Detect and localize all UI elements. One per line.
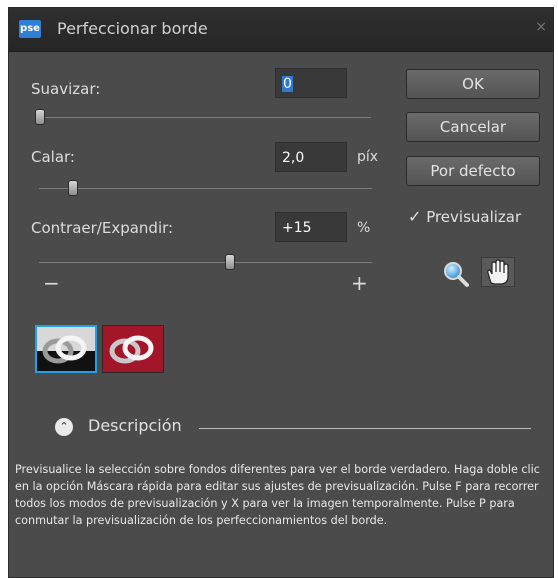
smooth-value: 0: [282, 76, 293, 92]
contract-expand-input[interactable]: +15: [275, 212, 347, 242]
description-label[interactable]: Descripción: [88, 416, 182, 435]
smooth-input[interactable]: 0: [275, 68, 347, 98]
smooth-label: Suavizar:: [31, 80, 101, 98]
preview-checkbox[interactable]: ✓ Previsualizar: [408, 207, 521, 226]
close-icon[interactable]: ×: [535, 19, 547, 35]
cancel-button[interactable]: Cancelar: [406, 112, 540, 142]
contract-expand-unit: %: [357, 220, 371, 236]
title-bar[interactable]: pse Perfeccionar borde ×: [9, 8, 553, 52]
rings-icon: [42, 335, 87, 364]
refine-edge-dialog: pse Perfeccionar borde × Suavizar: 0 Cal…: [8, 7, 554, 578]
feather-slider-track[interactable]: [39, 188, 372, 189]
smooth-slider-thumb[interactable]: [35, 109, 45, 125]
default-button[interactable]: Por defecto: [406, 156, 540, 186]
contract-expand-slider-thumb[interactable]: [225, 254, 235, 270]
rings-icon: [109, 335, 154, 364]
view-mode-black-white[interactable]: [35, 325, 97, 373]
contract-expand-slider-track[interactable]: [39, 262, 372, 263]
collapse-description-icon[interactable]: ⌃: [55, 418, 73, 436]
feather-unit: píx: [357, 149, 379, 165]
feather-input[interactable]: 2,0: [275, 142, 347, 172]
hand-icon[interactable]: [481, 257, 515, 287]
description-text: Previsualice la selección sobre fondos d…: [15, 463, 540, 527]
dialog-title: Perfeccionar borde: [57, 19, 208, 38]
check-icon: ✓: [408, 207, 422, 226]
plus-label: +: [351, 271, 368, 295]
feather-slider-thumb[interactable]: [68, 180, 78, 196]
view-mode-overlay[interactable]: [102, 325, 164, 373]
ok-button[interactable]: OK: [406, 69, 540, 99]
contract-expand-label: Contraer/Expandir:: [31, 219, 174, 237]
preview-label: Previsualizar: [426, 208, 522, 226]
feather-label: Calar:: [31, 148, 75, 166]
minus-label: −: [43, 271, 60, 295]
description-divider: [199, 428, 531, 429]
pse-app-icon: pse: [19, 20, 41, 38]
smooth-slider-track[interactable]: [35, 117, 371, 118]
zoom-icon[interactable]: [442, 260, 470, 292]
